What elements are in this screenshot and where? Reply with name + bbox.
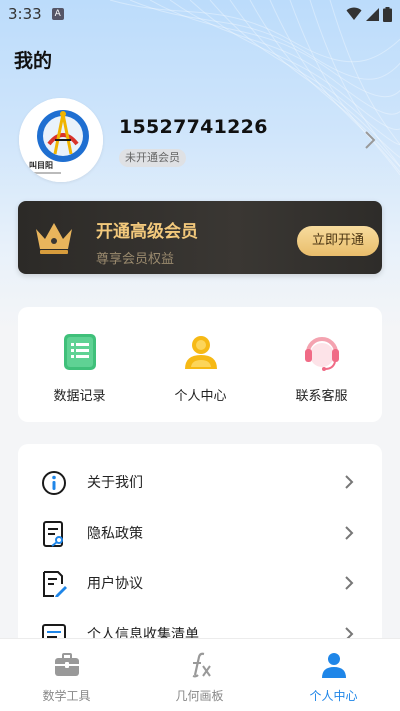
notification-icon: A (51, 8, 64, 20)
menu-item-label: 用户协议 (87, 576, 143, 592)
privacy-policy-icon (43, 521, 63, 547)
quick-actions-card: 数据记录 个人中心 联系客服 (18, 307, 382, 422)
tab-label: 个人中心 (309, 689, 358, 703)
tab-geometry-board[interactable]: 几何画板 (133, 639, 266, 711)
person-icon (321, 653, 346, 678)
quick-action-label: 联系客服 (295, 389, 348, 404)
chevron-right-icon (345, 576, 354, 590)
user-agreement-icon (43, 571, 67, 597)
tab-label: 数学工具 (42, 689, 91, 703)
chevron-right-icon (345, 526, 354, 540)
phone-number: 15527741226 (119, 116, 268, 138)
tab-label: 几何画板 (175, 689, 224, 703)
tab-personal-center[interactable]: 个人中心 (267, 639, 400, 711)
quick-action-label: 数据记录 (53, 389, 106, 404)
quick-action-label: 个人中心 (174, 389, 227, 404)
data-record-icon (63, 334, 96, 370)
membership-status-badge: 未开通会员 (119, 149, 186, 167)
menu-item-user-agreement[interactable]: 用户协议 (18, 558, 382, 608)
vip-card[interactable]: 开通高级会员 尊享会员权益 立即开通 (18, 201, 382, 274)
function-fx-icon (192, 652, 211, 678)
status-bar: 3:33 A (0, 0, 400, 28)
toolbox-icon (54, 653, 79, 676)
vip-subtitle: 尊享会员权益 (96, 252, 175, 267)
status-time: 3:33 (8, 5, 42, 23)
quick-action-customer-service[interactable]: 联系客服 (261, 307, 382, 422)
menu-item-privacy-policy[interactable]: 隐私政策 (18, 508, 382, 558)
quick-action-data-record[interactable]: 数据记录 (19, 307, 140, 422)
customer-service-icon (304, 337, 339, 371)
wifi-icon (346, 7, 362, 20)
quick-action-user-center[interactable]: 个人中心 (140, 307, 261, 422)
menu-item-label: 关于我们 (87, 475, 143, 491)
menu-item-about-us[interactable]: 关于我们 (18, 457, 382, 507)
info-icon (42, 471, 66, 495)
signal-icon (366, 7, 379, 21)
avatar-logo: 叫目阳 (19, 98, 103, 182)
avatar-caption: 叫目阳 (29, 160, 53, 170)
page-title: 我的 (14, 50, 53, 72)
chevron-right-icon (345, 475, 354, 489)
vip-title: 开通高级会员 (96, 222, 198, 242)
user-center-icon (184, 336, 217, 369)
activate-vip-button[interactable]: 立即开通 (297, 226, 379, 256)
battery-icon (383, 6, 392, 22)
menu-item-label: 隐私政策 (87, 526, 143, 542)
tab-math-tools[interactable]: 数学工具 (0, 639, 133, 711)
profile-chevron-right-icon[interactable] (364, 130, 376, 150)
status-icons (346, 6, 392, 22)
crown-icon (36, 223, 72, 254)
bottom-tab-bar: 数学工具 几何画板 个人中心 (0, 638, 400, 711)
avatar[interactable]: 叫目阳 (19, 98, 103, 182)
